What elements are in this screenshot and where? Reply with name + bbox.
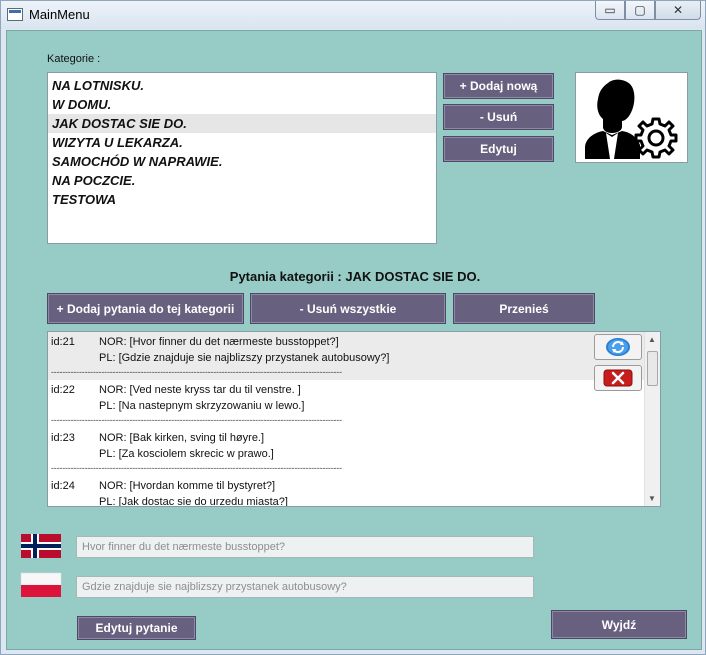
edit-category-button[interactable]: Edytuj bbox=[443, 136, 554, 162]
client-area: Kategorie : NA LOTNISKU. W DOMU. JAK DOS… bbox=[6, 30, 702, 650]
remove-question-button[interactable] bbox=[594, 365, 642, 391]
questions-heading: Pytania kategorii : JAK DOSTAC SIE DO. bbox=[229, 269, 481, 284]
question-item[interactable]: id:23 NOR: [Bak kirken, sving til høyre.… bbox=[48, 428, 660, 476]
title-bar[interactable]: MainMenu ▭ ▢ ✕ bbox=[1, 1, 705, 29]
question-item-selected[interactable]: id:21 NOR: [Hvor finner du det nærmeste … bbox=[48, 332, 660, 380]
question-separator: ----------------------------------------… bbox=[51, 463, 342, 473]
question-id: id:23 bbox=[51, 432, 75, 444]
question-pl: PL: [Za kosciolem skrecic w prawo.] bbox=[99, 448, 274, 460]
question-separator: ----------------------------------------… bbox=[51, 415, 342, 425]
refresh-button[interactable] bbox=[594, 334, 642, 360]
question-list-scrollbar[interactable]: ▲ ▼ bbox=[644, 332, 660, 506]
question-pl: PL: [Gdzie znajduje sie najblizszy przys… bbox=[99, 352, 390, 364]
question-pl: PL: [Na nastepnym skrzyzowaniu w lewo.] bbox=[99, 400, 305, 412]
remove-x-icon bbox=[603, 369, 633, 387]
category-item[interactable]: NA POCZCIE. bbox=[48, 171, 436, 190]
delete-category-button[interactable]: - Usuń bbox=[443, 104, 554, 130]
close-icon: ✕ bbox=[672, 3, 684, 17]
maximize-icon: ▢ bbox=[634, 3, 646, 17]
category-item-selected[interactable]: JAK DOSTAC SIE DO. bbox=[48, 114, 436, 133]
window-title: MainMenu bbox=[29, 7, 90, 22]
refresh-icon bbox=[606, 338, 630, 356]
question-separator: ----------------------------------------… bbox=[51, 367, 342, 377]
norwegian-question-field[interactable]: Hvor finner du det nærmeste busstoppet? bbox=[76, 536, 534, 558]
category-item[interactable]: TESTOWA bbox=[48, 190, 436, 209]
question-item[interactable]: id:24 NOR: [Hvordan komme til bystyret?]… bbox=[48, 476, 660, 507]
question-nor: NOR: [Ved neste kryss tar du til venstre… bbox=[99, 384, 301, 396]
question-id: id:21 bbox=[51, 336, 75, 348]
add-questions-button[interactable]: + Dodaj pytania do tej kategorii bbox=[47, 293, 244, 324]
maximize-button[interactable]: ▢ bbox=[625, 1, 655, 20]
edit-question-button[interactable]: Edytuj pytanie bbox=[77, 616, 196, 640]
category-item[interactable]: NA LOTNISKU. bbox=[48, 76, 436, 95]
category-item[interactable]: WIZYTA U LEKARZA. bbox=[48, 133, 436, 152]
exit-button[interactable]: Wyjdź bbox=[551, 610, 687, 639]
question-list[interactable]: id:21 NOR: [Hvor finner du det nærmeste … bbox=[47, 331, 661, 507]
question-nor: NOR: [Bak kirken, sving til høyre.] bbox=[99, 432, 265, 444]
scroll-down-icon[interactable]: ▼ bbox=[648, 494, 656, 503]
question-nor: NOR: [Hvor finner du det nærmeste bussto… bbox=[99, 336, 339, 348]
question-id: id:24 bbox=[51, 480, 75, 492]
minimize-button[interactable]: ▭ bbox=[595, 1, 625, 20]
delete-all-questions-button[interactable]: - Usuń wszystkie bbox=[250, 293, 446, 324]
scroll-up-icon[interactable]: ▲ bbox=[648, 335, 656, 344]
category-item[interactable]: SAMOCHÓD W NAPRAWIE. bbox=[48, 152, 436, 171]
user-settings-button[interactable] bbox=[575, 72, 688, 163]
question-item[interactable]: id:22 NOR: [Ved neste kryss tar du til v… bbox=[48, 380, 660, 428]
poland-flag-icon bbox=[20, 572, 62, 597]
window-controls: ▭ ▢ ✕ bbox=[595, 1, 701, 21]
main-window: MainMenu ▭ ▢ ✕ Kategorie : NA LOTNISKU. … bbox=[0, 0, 706, 655]
app-icon bbox=[7, 8, 23, 21]
user-settings-icon bbox=[584, 79, 677, 159]
scroll-thumb[interactable] bbox=[647, 351, 658, 386]
minimize-icon: ▭ bbox=[604, 3, 616, 17]
question-id: id:22 bbox=[51, 384, 75, 396]
close-button[interactable]: ✕ bbox=[655, 1, 701, 20]
move-questions-button[interactable]: Przenieś bbox=[453, 293, 595, 324]
category-list[interactable]: NA LOTNISKU. W DOMU. JAK DOSTAC SIE DO. … bbox=[47, 72, 437, 244]
question-nor: NOR: [Hvordan komme til bystyret?] bbox=[99, 480, 276, 492]
add-category-button[interactable]: + Dodaj nową bbox=[443, 73, 554, 99]
norway-flag-icon bbox=[21, 534, 61, 558]
category-item[interactable]: W DOMU. bbox=[48, 95, 436, 114]
polish-question-field[interactable]: Gdzie znajduje sie najblizszy przystanek… bbox=[76, 576, 534, 598]
categories-label: Kategorie : bbox=[47, 53, 101, 65]
question-pl: PL: [Jak dostac sie do urzedu miasta?] bbox=[99, 496, 288, 507]
